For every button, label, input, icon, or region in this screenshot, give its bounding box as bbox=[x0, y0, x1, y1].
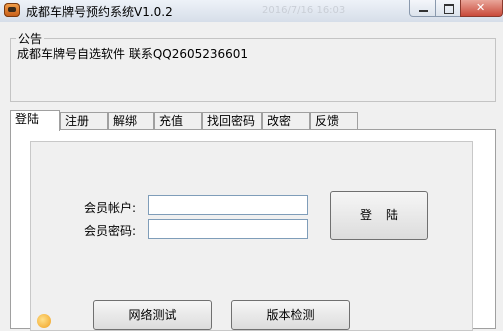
network-test-button[interactable]: 网络测试 bbox=[93, 300, 212, 330]
tab-feedback[interactable]: 反馈 bbox=[310, 112, 358, 130]
version-check-button[interactable]: 版本检测 bbox=[231, 300, 350, 330]
tray-icon bbox=[37, 314, 51, 328]
tab-change-password[interactable]: 改密 bbox=[262, 112, 310, 130]
maximize-icon[interactable] bbox=[435, 0, 461, 17]
password-input[interactable] bbox=[148, 219, 308, 239]
car-app-icon bbox=[4, 3, 20, 17]
tab-recover-password[interactable]: 找回密码 bbox=[202, 112, 262, 130]
close-icon[interactable] bbox=[460, 0, 503, 17]
minimize-icon[interactable] bbox=[409, 0, 436, 17]
account-input[interactable] bbox=[148, 195, 308, 215]
tab-register[interactable]: 注册 bbox=[60, 112, 108, 130]
faded-timestamp: 2016/7/16 16:03 bbox=[262, 5, 346, 16]
window-title: 成都车牌号预约系统V1.0.2 bbox=[26, 5, 173, 19]
login-button[interactable]: 登陆 bbox=[330, 191, 428, 240]
notice-text: 成都车牌号自选软件 联系QQ2605236601 bbox=[17, 47, 249, 61]
tab-recharge[interactable]: 充值 bbox=[154, 112, 202, 130]
tab-unbind[interactable]: 解绑 bbox=[108, 112, 154, 130]
tab-login[interactable]: 登陆 bbox=[10, 110, 60, 131]
password-label: 会员密码: bbox=[84, 224, 137, 238]
account-label: 会员帐户: bbox=[84, 201, 137, 215]
